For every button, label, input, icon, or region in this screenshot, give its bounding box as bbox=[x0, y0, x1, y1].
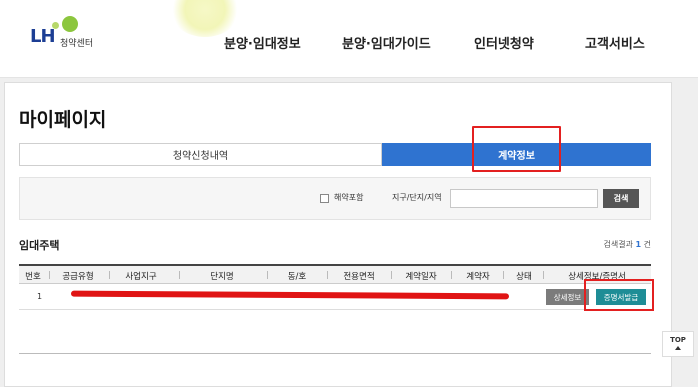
th-divider bbox=[327, 271, 328, 279]
arrow-up-icon bbox=[675, 346, 681, 350]
include-cancelled-checkbox[interactable] bbox=[320, 194, 329, 203]
table-header: 번호 공급유형 사업지구 단지명 동/호 전용면적 계약일자 계약자 상태 상세… bbox=[19, 266, 651, 284]
th-no: 번호 bbox=[25, 272, 41, 282]
th-supply-type: 공급유형 bbox=[62, 272, 94, 282]
th-divider bbox=[503, 271, 504, 279]
include-cancelled-label: 해약포함 bbox=[334, 193, 364, 202]
th-divider bbox=[49, 271, 50, 279]
logo-subtitle: 청약센터 bbox=[60, 39, 94, 49]
logo-dot-large bbox=[62, 16, 78, 32]
nav-internet-application[interactable]: 인터넷청약 bbox=[474, 33, 534, 52]
th-divider bbox=[451, 271, 452, 279]
section-title: 임대주택 bbox=[19, 239, 60, 252]
th-divider bbox=[391, 271, 392, 279]
header-decoration bbox=[170, 0, 240, 37]
th-complex-name: 단지명 bbox=[210, 272, 234, 282]
tab-application-history[interactable]: 청약신청내역 bbox=[19, 143, 382, 166]
th-contractor: 계약자 bbox=[466, 272, 490, 282]
search-input[interactable] bbox=[450, 189, 598, 208]
th-contract-date: 계약일자 bbox=[405, 272, 437, 282]
table-bottom-rule bbox=[19, 353, 651, 354]
result-prefix: 검색결과 bbox=[603, 240, 633, 249]
tab-highlight-box bbox=[472, 126, 561, 172]
result-number: 1 bbox=[635, 240, 642, 249]
certificate-highlight-box bbox=[584, 279, 654, 311]
th-divider bbox=[267, 271, 268, 279]
logo-text: LH bbox=[30, 26, 56, 47]
nav-sale-rental-info[interactable]: 분양·임대정보 bbox=[224, 33, 301, 52]
content-panel: 마이페이지 청약신청내역 계약정보 해약포함 지구/단지/지역 검색 임대주택 … bbox=[4, 82, 672, 387]
result-count: 검색결과 1 건 bbox=[604, 239, 652, 250]
th-divider bbox=[543, 271, 544, 279]
scroll-top-button[interactable]: TOP bbox=[662, 331, 694, 357]
result-suffix: 건 bbox=[643, 240, 651, 249]
redaction-mark bbox=[70, 290, 510, 300]
th-building-unit: 동/호 bbox=[287, 272, 307, 282]
site-header: LH 청약센터 분양·임대정보 분양·임대가이드 인터넷청약 고객서비스 bbox=[0, 0, 698, 78]
detail-info-button[interactable]: 상세정보 bbox=[546, 289, 589, 305]
nav-sale-rental-guide[interactable]: 분양·임대가이드 bbox=[342, 33, 431, 52]
search-button[interactable]: 검색 bbox=[603, 189, 639, 208]
search-bar: 해약포함 지구/단지/지역 검색 bbox=[19, 177, 651, 220]
nav-customer-service[interactable]: 고객서비스 bbox=[585, 33, 645, 52]
top-label: TOP bbox=[670, 336, 686, 344]
th-project-district: 사업지구 bbox=[125, 272, 157, 282]
th-divider bbox=[179, 271, 180, 279]
table-row: 1 상세정보 증명서발급 bbox=[19, 284, 651, 310]
th-status: 상태 bbox=[516, 272, 532, 282]
page-title: 마이페이지 bbox=[19, 109, 107, 131]
th-exclusive-area: 전용면적 bbox=[343, 272, 375, 282]
row-number: 1 bbox=[37, 292, 43, 301]
lh-logo[interactable]: LH 청약센터 bbox=[30, 16, 120, 54]
search-field-label: 지구/단지/지역 bbox=[392, 193, 442, 202]
th-divider bbox=[109, 271, 110, 279]
